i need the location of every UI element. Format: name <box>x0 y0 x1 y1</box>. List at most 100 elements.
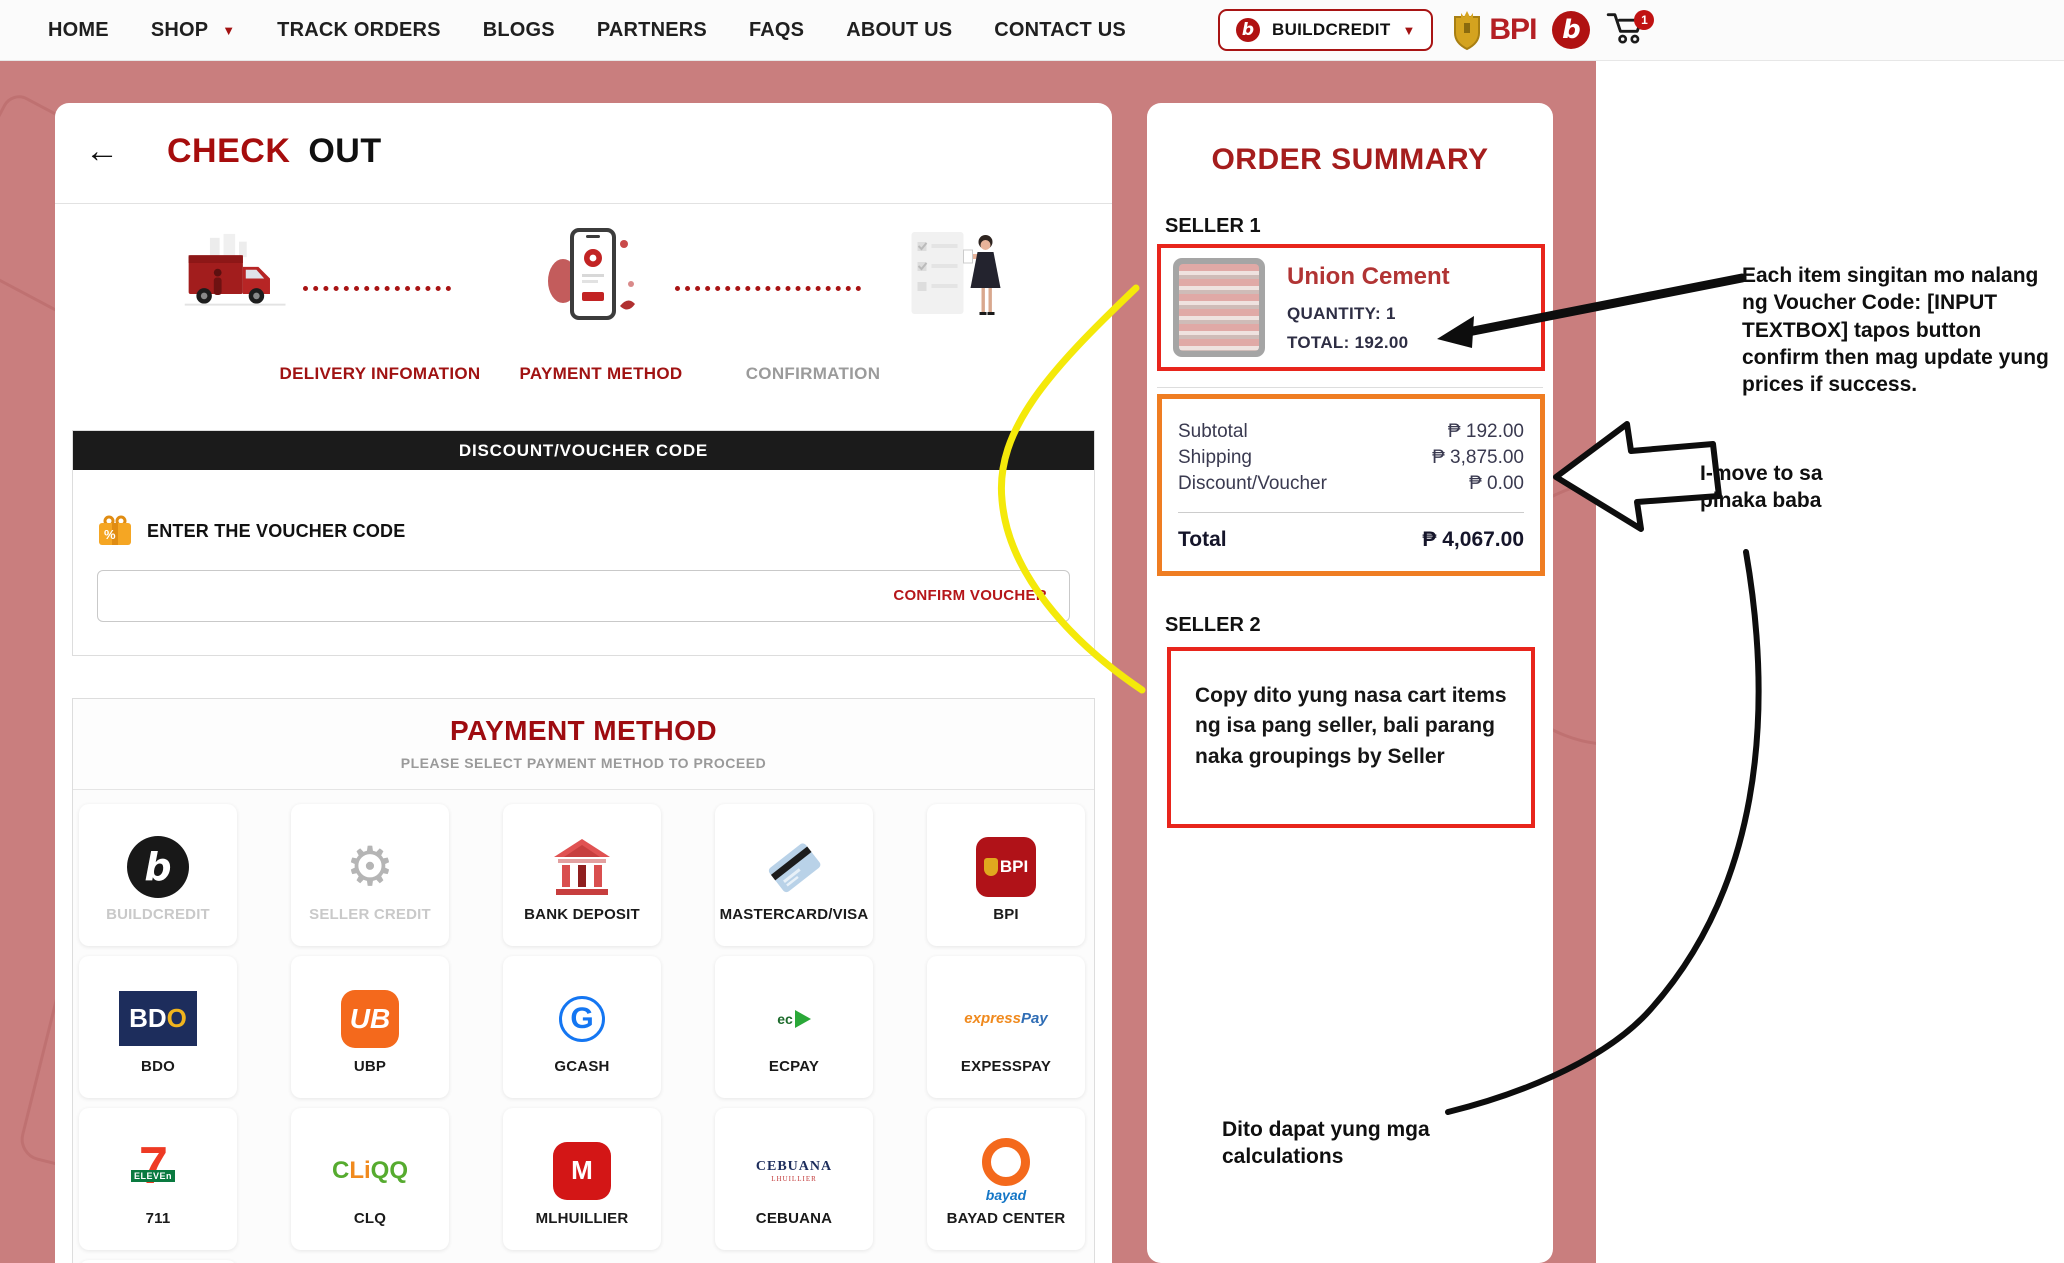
main-nav: HOME SHOP ▼ TRACK ORDERS BLOGS PARTNERS … <box>48 0 1126 60</box>
back-arrow-button[interactable]: ← <box>85 134 119 168</box>
product-thumbnail <box>1173 258 1265 357</box>
buildcredit-button-label: BUILDCREDIT <box>1272 20 1391 40</box>
voucher-input-box: CONFIRM VOUCHER <box>97 570 1070 622</box>
nav-faqs[interactable]: FAQS <box>749 19 804 42</box>
payment-option-label: MASTERCARD/VISA <box>720 906 869 923</box>
voucher-section-header: DISCOUNT/VOUCHER CODE <box>73 431 1094 470</box>
percent-glyph: % <box>104 527 116 542</box>
voucher-body: % ENTER THE VOUCHER CODE CONFIRM VOUCHER <box>73 470 1094 655</box>
step-connector <box>303 286 451 291</box>
payment-method-section: PAYMENT METHOD PLEASE SELECT PAYMENT MET… <box>72 698 1095 1263</box>
nav-contact-us[interactable]: CONTACT US <box>994 19 1126 42</box>
gift-voucher-icon: % <box>97 514 133 548</box>
payment-option-clq[interactable]: CLiQQ CLQ <box>291 1108 449 1250</box>
nav-blogs[interactable]: BLOGS <box>483 19 555 42</box>
top-navigation-bar: HOME SHOP ▼ TRACK ORDERS BLOGS PARTNERS … <box>0 0 2064 61</box>
discount-value: ₱ 0.00 <box>1469 471 1524 497</box>
payment-option-711[interactable]: 7 ELEVEn 711 <box>79 1108 237 1250</box>
payment-option-bank-deposit[interactable]: BANK DEPOSIT <box>503 804 661 946</box>
gcash-icon: G <box>559 996 605 1042</box>
discount-label: Discount/Voucher <box>1178 471 1327 497</box>
seller1-heading: SELLER 1 <box>1165 215 1553 238</box>
divider <box>1178 512 1524 513</box>
bayad-center-icon: bayad <box>982 1138 1030 1203</box>
bpi-icon: BPI <box>976 837 1036 897</box>
shipping-row: Shipping ₱ 3,875.00 <box>1178 445 1524 471</box>
seller2-note: Copy dito yung nasa cart items ng isa pa… <box>1195 681 1507 772</box>
bdo-icon: BDO <box>119 991 197 1046</box>
payment-option-label: CLQ <box>354 1210 386 1227</box>
header-right-cluster: b BUILDCREDIT ▼ BPI b 1 <box>1218 0 1650 60</box>
payment-option-mlhuillier[interactable]: M MLHUILLIER <box>503 1108 661 1250</box>
nav-home[interactable]: HOME <box>48 19 109 42</box>
item-details: Union Cement QUANTITY: 1 TOTAL: 192.00 <box>1287 263 1450 353</box>
cart-button[interactable]: 1 <box>1606 8 1650 52</box>
payment-option-label: BDO <box>141 1058 175 1075</box>
shipping-value: ₱ 3,875.00 <box>1432 445 1524 471</box>
step-connector <box>675 286 861 291</box>
payment-option-cebuana[interactable]: CEBUANA LHUILLIER CEBUANA <box>715 1108 873 1250</box>
bpi-shield-icon <box>1449 9 1485 51</box>
payment-option-mastercard-visa[interactable]: MASTERCARD/VISA <box>715 804 873 946</box>
voucher-prompt-label: ENTER THE VOUCHER CODE <box>147 521 405 542</box>
payment-option-label: CEBUANA <box>756 1210 832 1227</box>
page-title-red: CHECK <box>167 132 290 170</box>
payment-option-bpi[interactable]: BPI BPI <box>927 804 1085 946</box>
cart-count-badge: 1 <box>1634 10 1654 30</box>
checkout-steps: DELIVERY INFOMATION PAYMENT METHOD CONFI… <box>55 204 1112 404</box>
payment-option-label: BUILDCREDIT <box>106 906 210 923</box>
ecpay-icon: ec <box>777 1010 811 1028</box>
nav-track-orders[interactable]: TRACK ORDERS <box>277 19 441 42</box>
voucher-code-input[interactable] <box>112 571 816 621</box>
nav-shop[interactable]: SHOP ▼ <box>151 19 235 42</box>
payment-option-label: ECPAY <box>769 1058 819 1075</box>
step-payment-method: PAYMENT METHOD <box>520 364 683 384</box>
order-summary-panel: ORDER SUMMARY SELLER 1 Union Cement QUAN… <box>1147 103 1553 1263</box>
chevron-down-icon: ▼ <box>222 23 235 38</box>
nav-about-us[interactable]: ABOUT US <box>846 19 952 42</box>
total-value: ₱ 4,067.00 <box>1422 527 1524 553</box>
confirm-voucher-button[interactable]: CONFIRM VOUCHER <box>893 587 1047 604</box>
bpi-logo[interactable]: BPI <box>1449 9 1536 51</box>
checkout-card: ← CHECK OUT <box>55 103 1112 1263</box>
payment-phone-illustration <box>535 226 647 326</box>
seven-eleven-icon: 7 ELEVEn <box>133 1142 183 1200</box>
checkout-title-row: ← CHECK OUT <box>55 103 1112 173</box>
item-quantity: QUANTITY: 1 <box>1287 304 1450 324</box>
ubp-icon: UB <box>341 990 399 1048</box>
mlhuillier-icon: M <box>553 1142 611 1200</box>
payment-option-ubp[interactable]: UB UBP <box>291 956 449 1098</box>
move-note-annotation: I-move to sa pinaka baba <box>1700 460 1870 515</box>
payment-option-label: 711 <box>146 1210 171 1227</box>
payment-option-seller-credit[interactable]: ⚙ SELLER CREDIT <box>291 804 449 946</box>
seller1-item-annotation-box: Union Cement QUANTITY: 1 TOTAL: 192.00 <box>1157 244 1545 371</box>
payment-option-bayad-center[interactable]: bayad BAYAD CENTER <box>927 1108 1085 1250</box>
order-summary-title: ORDER SUMMARY <box>1147 143 1553 177</box>
totals-annotation-box: Subtotal ₱ 192.00 Shipping ₱ 3,875.00 Di… <box>1157 394 1545 576</box>
payment-option-gcash[interactable]: G GCASH <box>503 956 661 1098</box>
gear-icon: ⚙ <box>346 840 394 894</box>
seller2-annotation-box: Copy dito yung nasa cart items ng isa pa… <box>1167 647 1535 828</box>
payment-option-ecpay[interactable]: ec ECPAY <box>715 956 873 1098</box>
nav-partners[interactable]: PARTNERS <box>597 19 707 42</box>
discount-row: Discount/Voucher ₱ 0.00 <box>1178 471 1524 497</box>
payment-option-buildcredit[interactable]: b BUILDCREDIT <box>79 804 237 946</box>
voucher-prompt-row: % ENTER THE VOUCHER CODE <box>97 514 1070 548</box>
buildcredit-dropdown-button[interactable]: b BUILDCREDIT ▼ <box>1218 9 1433 51</box>
payment-option-bdo[interactable]: BDO BDO <box>79 956 237 1098</box>
expresspay-icon: expressPay <box>964 1010 1047 1027</box>
item-total: TOTAL: 192.00 <box>1287 333 1450 353</box>
brand-b-logo[interactable]: b <box>1552 11 1590 49</box>
payment-option-label: EXPESSPAY <box>961 1058 1051 1075</box>
total-label: Total <box>1178 527 1227 553</box>
page-title-black: OUT <box>308 132 381 170</box>
nav-shop-label[interactable]: SHOP <box>151 19 208 42</box>
cliqq-icon: CLiQQ <box>332 1157 408 1185</box>
payment-option-expesspay[interactable]: expressPay EXPESSPAY <box>927 956 1085 1098</box>
subtotal-label: Subtotal <box>1178 419 1248 445</box>
credit-card-icon <box>761 837 827 897</box>
payment-option-label: BPI <box>993 906 1019 923</box>
step-delivery-information: DELIVERY INFOMATION <box>280 364 481 384</box>
payment-method-header: PAYMENT METHOD PLEASE SELECT PAYMENT MET… <box>73 699 1094 790</box>
subtotal-value: ₱ 192.00 <box>1448 419 1524 445</box>
